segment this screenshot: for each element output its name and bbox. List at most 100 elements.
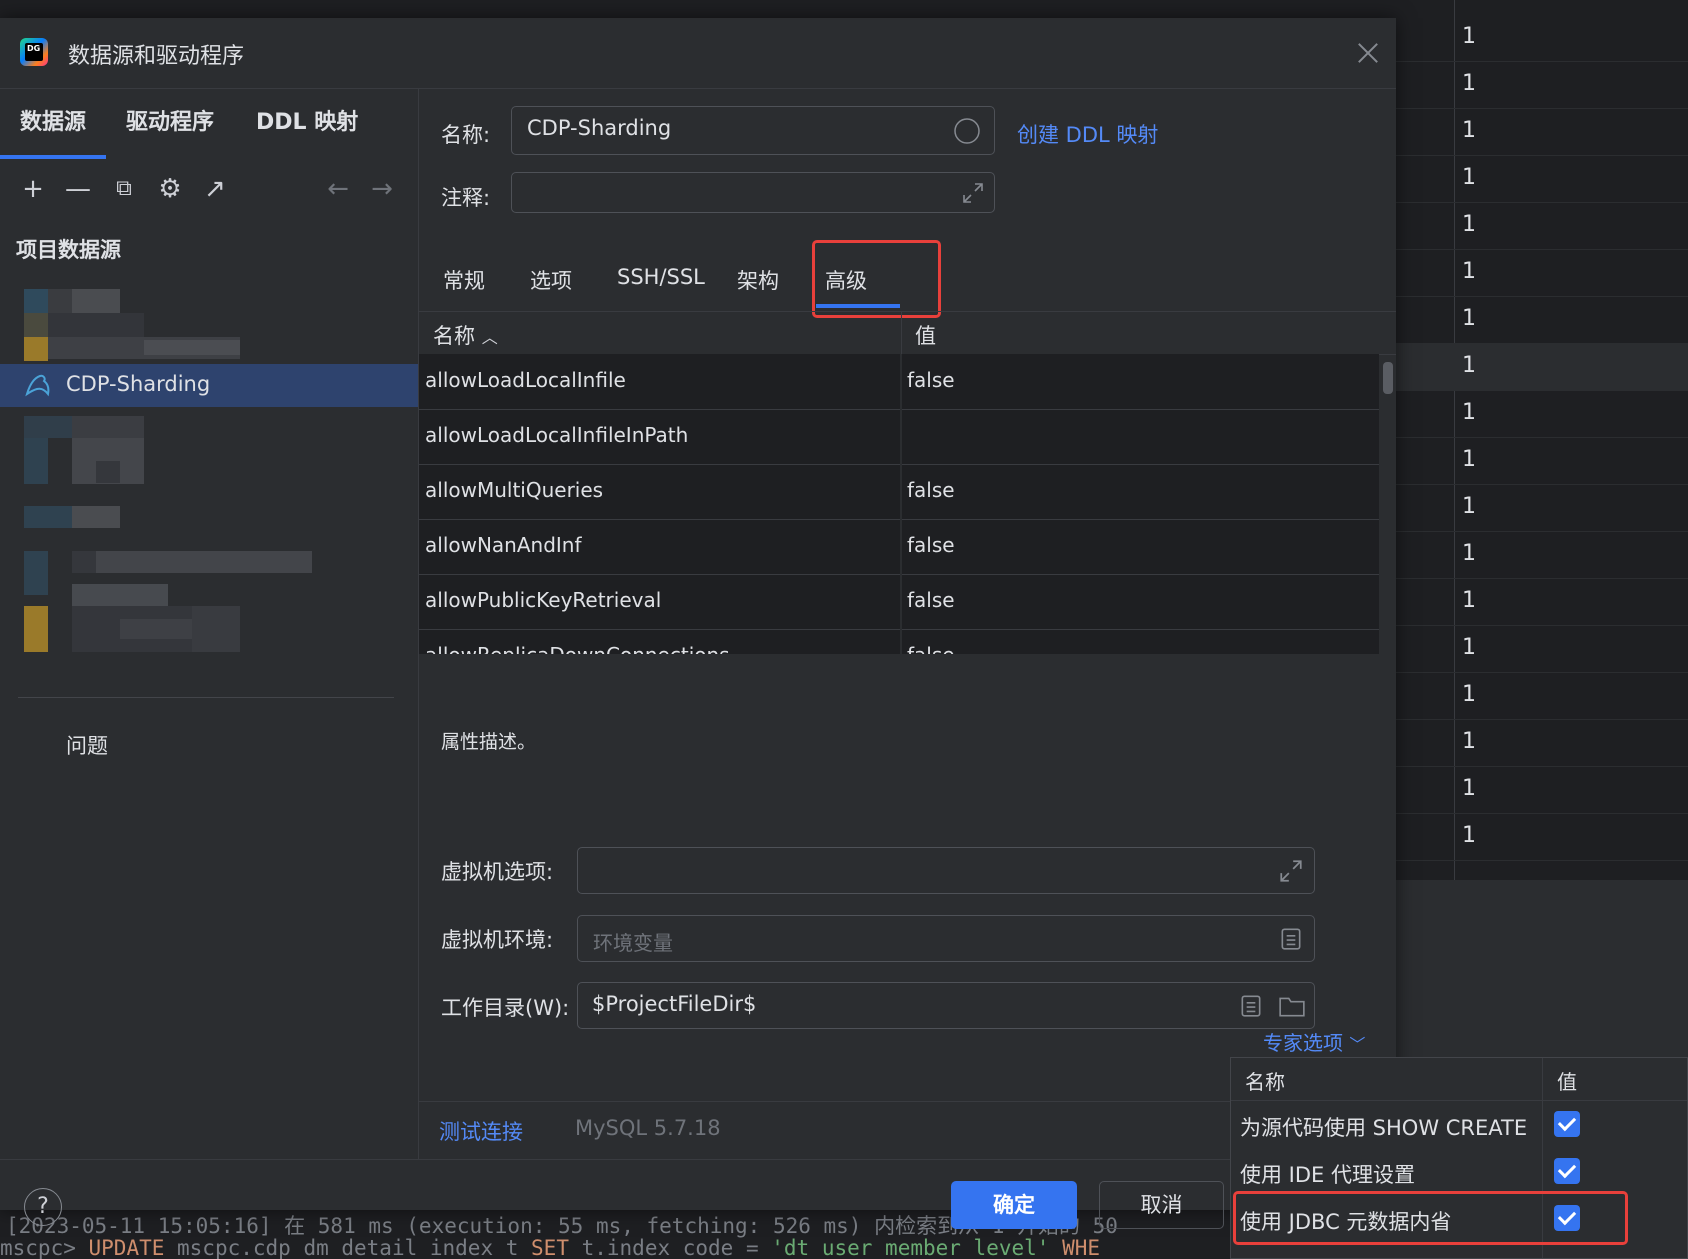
table-row[interactable]: allowPublicKeyRetrieval false: [419, 574, 1379, 630]
comment-label: 注释:: [441, 186, 491, 210]
color-circle-icon[interactable]: [953, 117, 981, 145]
grid-cell: 1: [1462, 353, 1476, 378]
property-name: allowNanAndInf: [425, 533, 582, 557]
table-scrollbar-thumb[interactable]: [1383, 362, 1393, 394]
tab-datasources[interactable]: 数据源: [20, 104, 86, 136]
tab-ssh-ssl[interactable]: SSH/SSL: [617, 265, 705, 289]
copy-icon[interactable]: ⧉: [109, 174, 139, 204]
cancel-button[interactable]: 取消: [1099, 1181, 1224, 1229]
expert-options-link[interactable]: 专家选项 ﹀: [1263, 1027, 1365, 1056]
property-value[interactable]: false: [907, 533, 955, 557]
grid-cell: 1: [1462, 306, 1476, 331]
expand-icon[interactable]: [961, 181, 985, 205]
tab-ddl-mappings[interactable]: DDL 映射: [256, 104, 358, 136]
section-title-project-datasources: 项目数据源: [16, 238, 121, 262]
comment-input[interactable]: [511, 172, 995, 213]
list-edit-icon[interactable]: [1278, 926, 1304, 952]
forward-arrow-icon[interactable]: →: [367, 174, 397, 204]
console-line: mscpc> UPDATE mscpc.cdp_dm_detail_index …: [0, 1236, 1100, 1259]
expert-option-show-create[interactable]: 为源代码使用 SHOW CREATE: [1231, 1101, 1687, 1148]
grid-cell: 1: [1462, 447, 1476, 472]
property-name: allowLoadLocalInfileInPath: [425, 423, 689, 447]
divider: [18, 697, 394, 698]
checkbox-checked[interactable]: [1554, 1158, 1580, 1184]
tab-options[interactable]: 选项: [530, 265, 572, 295]
gear-icon[interactable]: ⚙: [155, 174, 185, 204]
grid-cell: 1: [1462, 729, 1476, 754]
vm-env-label: 虚拟机环境:: [441, 928, 554, 952]
close-icon[interactable]: [1355, 40, 1381, 66]
folder-icon[interactable]: [1278, 993, 1306, 1019]
table-row[interactable]: allowReplicaDownConnections false: [419, 629, 1379, 654]
dialog-title-bar[interactable]: DG 数据源和驱动程序: [0, 18, 1396, 89]
property-name: allowPublicKeyRetrieval: [425, 588, 662, 612]
grid-cell: 1: [1462, 71, 1476, 96]
table-row[interactable]: allowLoadLocalInfile false: [419, 354, 1379, 410]
datagrip-logo-icon: DG: [20, 38, 48, 66]
column-divider[interactable]: [901, 312, 902, 354]
grid-cell: 1: [1462, 259, 1476, 284]
property-value[interactable]: false: [907, 478, 955, 502]
back-arrow-icon[interactable]: ←: [323, 174, 353, 204]
grid-cell: 1: [1462, 24, 1476, 49]
datasource-label: CDP-Sharding: [66, 372, 211, 396]
tab-schemas[interactable]: 架构: [737, 265, 779, 295]
problems-item[interactable]: 问题: [66, 730, 108, 760]
grid-cell: 1: [1462, 541, 1476, 566]
property-name: allowMultiQueries: [425, 478, 604, 502]
annotation-highlight-box: [812, 240, 941, 318]
add-icon[interactable]: +: [18, 174, 48, 204]
table-row[interactable]: allowLoadLocalInfileInPath: [419, 409, 1379, 465]
workdir-value: $ProjectFileDir$: [592, 992, 757, 1016]
popup-table-header: 名称 值: [1231, 1058, 1687, 1101]
help-button[interactable]: ?: [24, 1188, 62, 1226]
property-value[interactable]: false: [907, 368, 955, 392]
table-row[interactable]: allowMultiQueries false: [419, 464, 1379, 520]
expand-icon[interactable]: [1278, 858, 1304, 884]
tab-general[interactable]: 常规: [443, 265, 485, 295]
vm-env-input[interactable]: 环境变量: [577, 915, 1315, 962]
driver-version: MySQL 5.7.18: [575, 1116, 721, 1140]
create-ddl-mapping-link[interactable]: 创建 DDL 映射: [1017, 119, 1158, 149]
open-external-icon[interactable]: ↗: [200, 174, 230, 204]
name-label: 名称:: [441, 123, 491, 147]
vm-options-label: 虚拟机选项:: [441, 860, 554, 884]
grid-cell: 1: [1462, 776, 1476, 801]
column-header-name[interactable]: 名称: [1245, 1066, 1285, 1095]
grid-cell: 1: [1462, 400, 1476, 425]
grid-cell: 1: [1462, 165, 1476, 190]
checkbox-checked[interactable]: [1554, 1111, 1580, 1137]
vm-options-input[interactable]: [577, 847, 1315, 894]
grid-cell: 1: [1462, 494, 1476, 519]
property-name: allowReplicaDownConnections: [425, 643, 730, 654]
datasource-settings-form: 名称: CDP-Sharding 创建 DDL 映射 注释: 常规 选项 SSH…: [419, 89, 1396, 1159]
remove-icon[interactable]: —: [63, 174, 93, 204]
grid-cell: 1: [1462, 682, 1476, 707]
grid-cell: 1: [1462, 588, 1476, 613]
property-value[interactable]: false: [907, 588, 955, 612]
column-header-value[interactable]: 值: [915, 320, 936, 350]
active-tab-indicator: [0, 155, 106, 159]
datasource-item-cdp-sharding[interactable]: CDP-Sharding: [0, 364, 418, 407]
list-edit-icon[interactable]: [1238, 993, 1264, 1019]
column-header-value[interactable]: 值: [1557, 1066, 1577, 1095]
name-input-value: CDP-Sharding: [527, 116, 672, 140]
tab-drivers[interactable]: 驱动程序: [126, 104, 214, 136]
property-description: 属性描述。: [441, 731, 537, 753]
expert-option-ide-proxy[interactable]: 使用 IDE 代理设置: [1231, 1148, 1687, 1195]
name-input[interactable]: CDP-Sharding: [511, 106, 995, 155]
property-value[interactable]: false: [907, 643, 955, 654]
datasource-dialog: DG 数据源和驱动程序 数据源 驱动程序 DDL 映射 + — ⧉ ⚙ ↗ ← …: [0, 18, 1396, 1229]
table-row[interactable]: allowNanAndInf false: [419, 519, 1379, 575]
dialog-title: 数据源和驱动程序: [68, 44, 245, 69]
column-header-name[interactable]: 名称 ︿: [433, 320, 498, 350]
workdir-label: 工作目录(W):: [441, 996, 570, 1020]
dialog-footer: ? 确定 取消: [0, 1159, 1396, 1229]
grid-cell: 1: [1462, 118, 1476, 143]
chevron-down-icon: ﹀: [1349, 1035, 1366, 1054]
ok-button[interactable]: 确定: [951, 1181, 1077, 1229]
mysql-dolphin-icon: [25, 374, 50, 397]
test-connection-link[interactable]: 测试连接: [439, 1116, 523, 1146]
workdir-input[interactable]: $ProjectFileDir$: [577, 982, 1315, 1029]
vm-env-placeholder: 环境变量: [593, 931, 673, 955]
